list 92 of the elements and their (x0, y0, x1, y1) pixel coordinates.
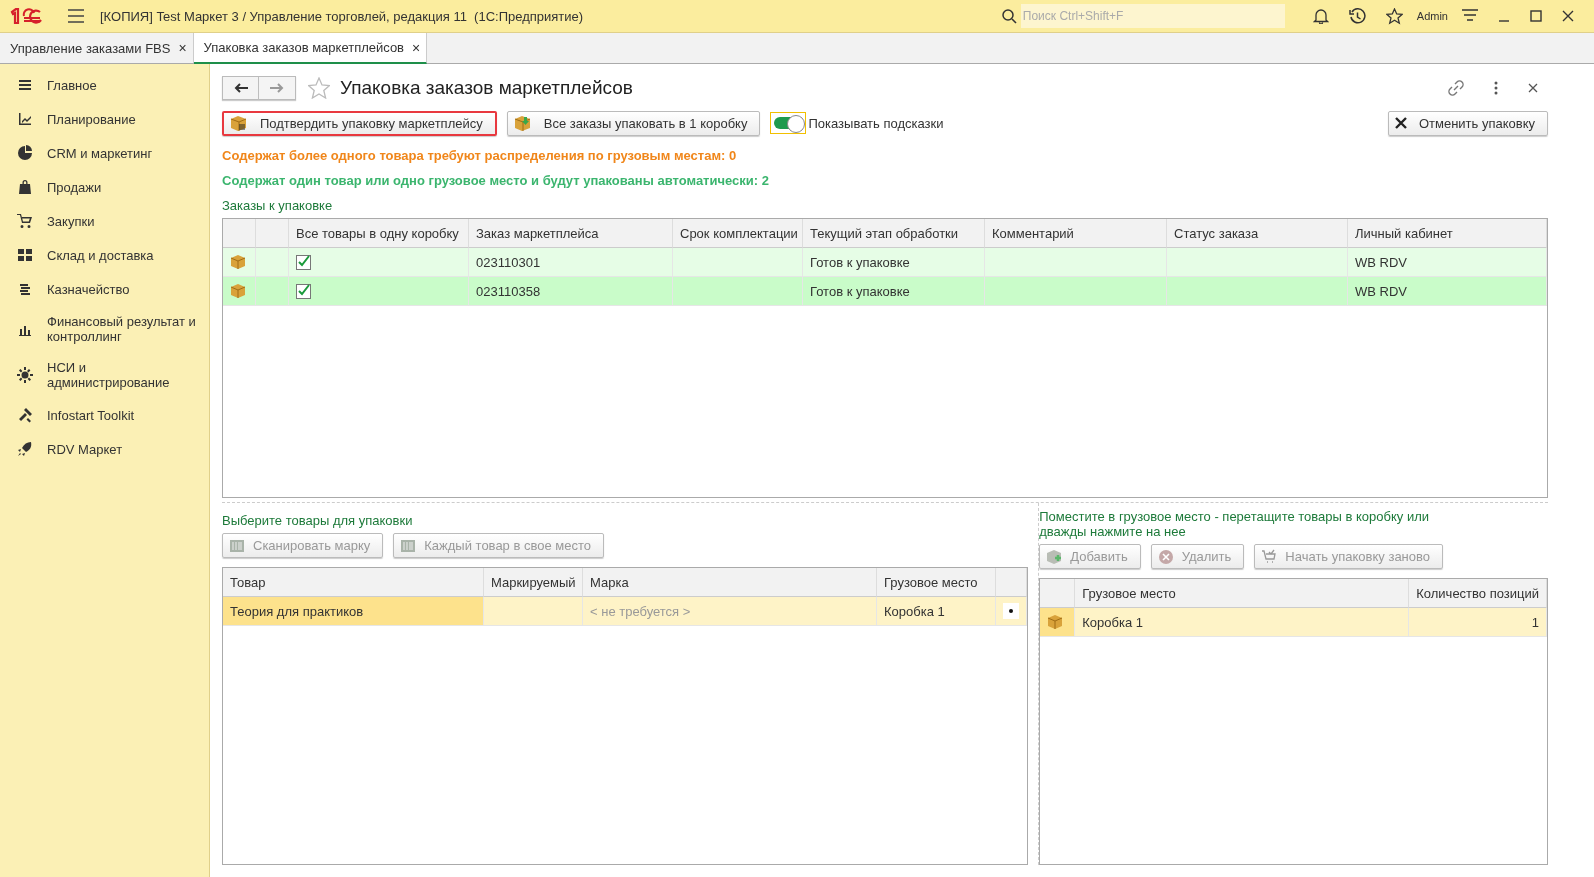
info-text: Содержат один товар или одно грузовое место и будут упакованы автоматически: 2 (222, 173, 770, 188)
sidebar-item[interactable]: Закупки (0, 204, 209, 238)
toggle-label: Показывать подсказки (808, 115, 944, 131)
table-cell: WB RDV (1348, 248, 1547, 277)
column-header[interactable]: Срок комплектации (673, 219, 803, 248)
close-icon[interactable] (1528, 83, 1538, 93)
box-icon (230, 283, 246, 299)
close-icon[interactable] (1562, 10, 1574, 22)
info-text: Содержат более одного товара требуют распределения по грузовым местам: 0 (222, 148, 738, 163)
table-cell: Теория для практиков (223, 597, 484, 626)
box-icon (230, 115, 248, 131)
arrow-left-icon (233, 83, 248, 93)
more-icon[interactable] (1494, 81, 1498, 95)
cart-icon (1261, 548, 1278, 565)
table-cell: Коробка 1 (877, 597, 996, 626)
dot-icon (1009, 609, 1013, 613)
star-icon[interactable] (1385, 7, 1403, 25)
tab-close-button[interactable]: × (178, 40, 187, 56)
menu-icon[interactable] (68, 9, 84, 23)
sidebar-item[interactable]: CRM и маркетинг (0, 136, 209, 170)
sidebar-item[interactable]: Склад и доставка (0, 238, 209, 272)
cart-icon (17, 213, 33, 229)
sidebar-item[interactable]: Планирование (0, 102, 209, 136)
section-title: Заказы к упаковке (222, 198, 334, 213)
toggle-switch[interactable] (770, 112, 807, 134)
link-icon[interactable] (1448, 80, 1464, 96)
bell-icon[interactable] (1312, 8, 1329, 24)
sidebar-item[interactable]: Казначейство (0, 272, 209, 306)
logo-icon (10, 8, 44, 24)
checkbox[interactable] (296, 283, 311, 299)
close-icon (1394, 117, 1407, 129)
user-name[interactable]: Admin (1416, 10, 1448, 22)
bag-icon (17, 179, 33, 195)
table-cell: Коробка 1 (1075, 608, 1410, 637)
history-icon[interactable] (1348, 7, 1366, 25)
box-icon (513, 115, 532, 131)
star-icon[interactable] (308, 77, 330, 99)
checkbox[interactable] (296, 254, 311, 270)
table-cell: 1 (1409, 608, 1547, 637)
column-header[interactable]: Товар (223, 568, 484, 597)
sidebar-item[interactable]: RDV Маркет (0, 432, 209, 466)
search-field[interactable]: Поиск Ctrl+Shift+F (1020, 4, 1285, 28)
window-title: [КОПИЯ] Test Маркет 3 / Управление торговлей, редакция 11 (1С:Предприятие) (100, 8, 584, 24)
chart-icon (17, 111, 33, 127)
form-title: Упаковка заказов маркетплейсов (340, 77, 633, 99)
table-cell: WB RDV (1348, 277, 1547, 306)
box-icon (1047, 614, 1064, 630)
cancel-button[interactable]: Отменить упаковку (1387, 110, 1548, 136)
sidebar-item[interactable]: Финансовый результат и контроллинг (0, 306, 209, 352)
sidebar-item[interactable]: Продажи (0, 170, 209, 204)
table-cell: 023110301 (469, 248, 673, 277)
table-cell: Готов к упаковке (803, 248, 985, 277)
column-header[interactable]: Маркируемый (484, 568, 583, 597)
column-header[interactable]: Личный кабинет (1348, 219, 1547, 248)
section-title: Поместите в грузовое место - перетащите товары в коробку или дважды нажмите на нее (1039, 509, 1431, 539)
table-cell: 023110358 (469, 277, 673, 306)
tools-icon (17, 407, 33, 423)
arrow-right-icon (270, 83, 284, 93)
column-header[interactable]: Статус заказа (1167, 219, 1348, 248)
table-cell: < не требуется > (583, 597, 877, 626)
cross-circle-icon (1157, 548, 1174, 565)
column-header[interactable]: Количество позиций (1409, 579, 1547, 608)
tab-close-button[interactable]: × (412, 39, 421, 56)
section-title: Выберите товары для упаковки (222, 513, 414, 528)
maximize-icon[interactable] (1530, 10, 1542, 22)
sidebar-item[interactable]: НСИ и администрирование (0, 352, 209, 398)
select-button[interactable] (1003, 603, 1019, 619)
sidebar-item[interactable]: Главное (0, 68, 209, 102)
tab[interactable]: Управление заказами FBS × (0, 33, 194, 63)
sidebar-item[interactable]: Infostart Toolkit (0, 398, 209, 432)
list-icon (17, 77, 33, 93)
toolbar-button[interactable]: Все заказы упаковать в 1 коробку (506, 110, 761, 136)
column-header[interactable]: Марка (583, 568, 877, 597)
column-header[interactable]: Грузовое место (1075, 579, 1410, 608)
column-header[interactable]: Комментарий (985, 219, 1167, 248)
box-plus-icon (1046, 548, 1063, 565)
box-icon (230, 254, 246, 270)
column-header[interactable]: Грузовое место (877, 568, 996, 597)
rocket-icon (17, 441, 33, 457)
column-header[interactable]: Заказ маркетплейса (469, 219, 673, 248)
column-header[interactable]: Все товары в одну коробку (289, 219, 469, 248)
table-cell: Готов к упаковке (803, 277, 985, 306)
pie-chart-icon (17, 145, 33, 161)
search-icon (1001, 8, 1017, 24)
grid-icon (17, 247, 33, 263)
back-button[interactable] (222, 76, 259, 100)
toolbar-button[interactable]: Подтвердить упаковку маркетплейсу (222, 110, 497, 136)
barcode-icon (400, 538, 417, 553)
tab[interactable]: Упаковка заказов маркетплейсов × (193, 33, 428, 64)
column-header[interactable]: Текущий этап обработки (803, 219, 985, 248)
settings-menu-icon[interactable] (1462, 9, 1478, 23)
barcode-icon (229, 538, 245, 553)
